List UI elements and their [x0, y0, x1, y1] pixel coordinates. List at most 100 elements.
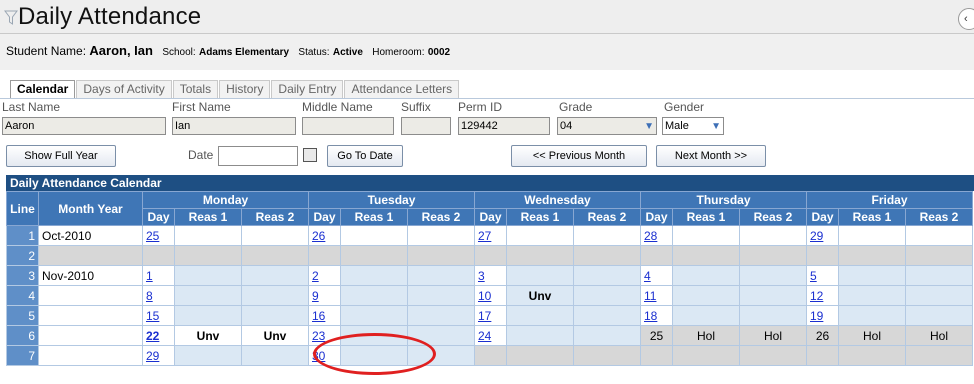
- reason-1-cell: Hol: [838, 325, 906, 346]
- day-link[interactable]: 29: [146, 349, 159, 363]
- suffix-field[interactable]: [401, 117, 451, 135]
- previous-month-button[interactable]: << Previous Month: [511, 145, 647, 167]
- day-cell[interactable]: 10: [474, 285, 507, 306]
- tab-history[interactable]: History: [219, 80, 271, 98]
- day-cell[interactable]: 27: [474, 225, 507, 246]
- reason-1-cell: [340, 265, 408, 286]
- day-cell[interactable]: 30: [308, 345, 341, 366]
- day-link[interactable]: 26: [312, 229, 325, 243]
- day-cell[interactable]: 12: [806, 285, 839, 306]
- day-cell[interactable]: 23: [308, 325, 341, 346]
- day-cell[interactable]: 29: [142, 345, 175, 366]
- tab-totals[interactable]: Totals: [172, 80, 219, 98]
- day-link[interactable]: 30: [312, 349, 325, 363]
- reason-1-cell: [174, 245, 242, 266]
- day-cell[interactable]: 3: [474, 265, 507, 286]
- attendance-calendar-table: Line Month Year Monday Tuesday Wednesday…: [6, 191, 973, 366]
- day-cell[interactable]: 5: [806, 265, 839, 286]
- calendar-row: 7 29 30: [6, 345, 973, 366]
- reason-1-cell: [340, 345, 408, 366]
- gender-select[interactable]: Male ▼: [662, 117, 724, 135]
- reason-1-cell: Unv: [174, 325, 242, 346]
- tab-calendar[interactable]: Calendar: [10, 80, 76, 98]
- next-month-button[interactable]: Next Month >>: [656, 145, 766, 167]
- day-link[interactable]: 15: [146, 309, 159, 323]
- collapse-panel-button[interactable]: ‹: [958, 8, 974, 30]
- day-link[interactable]: 29: [810, 229, 823, 243]
- day-link[interactable]: 9: [312, 289, 319, 303]
- day-link[interactable]: 1: [146, 269, 153, 283]
- day-link[interactable]: 8: [146, 289, 153, 303]
- middle-name-field[interactable]: [302, 117, 394, 135]
- day-cell[interactable]: 1: [142, 265, 175, 286]
- column-header-reas2: Reas 2: [739, 208, 807, 226]
- day-cell[interactable]: 29: [806, 225, 839, 246]
- day-cell[interactable]: 8: [142, 285, 175, 306]
- day-cell[interactable]: 26: [308, 225, 341, 246]
- day-cell[interactable]: 2: [308, 265, 341, 286]
- reason-1-cell: [672, 265, 740, 286]
- last-name-field[interactable]: Aaron: [2, 117, 166, 135]
- day-link[interactable]: 25: [146, 229, 159, 243]
- reason-1-cell: [174, 225, 242, 246]
- day-number: 26: [815, 328, 830, 343]
- month-year-cell: [38, 345, 143, 366]
- day-link[interactable]: 28: [644, 229, 657, 243]
- suffix-label: Suffix: [401, 100, 431, 114]
- show-full-year-button[interactable]: Show Full Year: [6, 145, 116, 167]
- grade-select[interactable]: 04 ▼: [557, 117, 657, 135]
- day-cell[interactable]: 11: [640, 285, 673, 306]
- day-link[interactable]: 24: [478, 329, 491, 343]
- calendar-icon[interactable]: [303, 148, 317, 162]
- day-cell[interactable]: 25: [142, 225, 175, 246]
- day-cell[interactable]: 22: [142, 325, 175, 346]
- day-cell[interactable]: 18: [640, 305, 673, 326]
- day-link[interactable]: 18: [644, 309, 657, 323]
- day-cell[interactable]: 24: [474, 325, 507, 346]
- day-link[interactable]: 5: [810, 269, 817, 283]
- day-link[interactable]: 4: [644, 269, 651, 283]
- day-link[interactable]: 16: [312, 309, 325, 323]
- day-cell[interactable]: 9: [308, 285, 341, 306]
- column-header-day: Day: [640, 208, 673, 226]
- day-link[interactable]: 3: [478, 269, 485, 283]
- perm-id-field[interactable]: 129442: [458, 117, 550, 135]
- day-cell: [474, 345, 507, 366]
- reason-2-cell: [407, 325, 475, 346]
- day-cell: 25: [640, 325, 673, 346]
- column-header-reas2: Reas 2: [573, 208, 641, 226]
- filter-icon[interactable]: [4, 10, 18, 26]
- tab-attendance-letters[interactable]: Attendance Letters: [344, 80, 460, 98]
- go-to-date-button[interactable]: Go To Date: [327, 145, 403, 167]
- day-cell[interactable]: 19: [806, 305, 839, 326]
- day-cell[interactable]: 4: [640, 265, 673, 286]
- tab-daily-entry[interactable]: Daily Entry: [271, 80, 344, 98]
- month-year-cell: [38, 285, 143, 306]
- day-link[interactable]: 2: [312, 269, 319, 283]
- reason-2-cell: [573, 325, 641, 346]
- day-link[interactable]: 10: [478, 289, 491, 303]
- column-header-thursday: Thursday: [640, 191, 807, 209]
- day-link[interactable]: 11: [644, 289, 656, 303]
- first-name-label: First Name: [172, 100, 231, 114]
- day-link[interactable]: 12: [810, 289, 823, 303]
- reason-1-cell: [340, 305, 408, 326]
- day-link[interactable]: 22: [146, 329, 159, 343]
- day-cell[interactable]: 16: [308, 305, 341, 326]
- day-link[interactable]: 27: [478, 229, 491, 243]
- reason-1-cell: [838, 285, 906, 306]
- day-link[interactable]: 17: [478, 309, 491, 323]
- reason-1-cell: [672, 345, 740, 366]
- first-name-field[interactable]: Ian: [172, 117, 296, 135]
- date-field[interactable]: [218, 146, 298, 166]
- tab-days-of-activity[interactable]: Days of Activity: [76, 80, 172, 98]
- day-link[interactable]: 19: [810, 309, 823, 323]
- day-cell[interactable]: 17: [474, 305, 507, 326]
- day-cell[interactable]: 15: [142, 305, 175, 326]
- day-link[interactable]: 23: [312, 329, 325, 343]
- tab-bar: Calendar Days of Activity Totals History…: [10, 80, 460, 98]
- column-header-day: Day: [308, 208, 341, 226]
- day-cell[interactable]: 28: [640, 225, 673, 246]
- reason-2-cell: [573, 345, 641, 366]
- reason-2-cell: [739, 265, 807, 286]
